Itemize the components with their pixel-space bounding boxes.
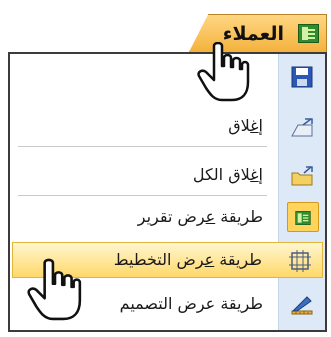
object-tab-strip: العملاء [8, 6, 327, 52]
menu-item-close-all[interactable]: إغلاق الكل [10, 157, 325, 195]
design-view-icon [291, 296, 313, 315]
hand-pointer-icon [197, 42, 250, 102]
menu-item-close[interactable]: إغلاق [10, 108, 325, 146]
close-object-icon [291, 118, 313, 137]
menu-item-layout-view-label: طريقة عرض التخطيط [113, 250, 262, 269]
context-menu-screenshot: العملاء إغلاق إغلاق الكل طريقة عرض تقرير… [0, 0, 331, 337]
report-view-icon [295, 211, 311, 225]
menu-separator [18, 195, 267, 196]
menu-item-close-all-label: إغلاق الكل [192, 165, 263, 184]
menu-separator [18, 146, 267, 147]
menu-item-close-label: إغلاق [228, 116, 263, 135]
menu-item-save[interactable] [10, 58, 325, 96]
save-icon [291, 66, 313, 88]
menu-item-report-view-label: طريقة عرض تقرير [137, 207, 263, 226]
close-all-icon [291, 166, 313, 186]
table-icon [298, 24, 319, 43]
menu-item-report-view[interactable]: طريقة عرض تقرير [10, 199, 325, 237]
hand-pointer-icon [27, 258, 82, 321]
menu-item-design-view-label: طريقة عرض التصميم [119, 294, 263, 313]
layout-view-icon [289, 250, 311, 272]
